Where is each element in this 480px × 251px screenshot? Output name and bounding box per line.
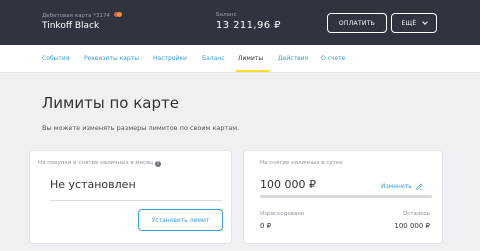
chevron-down-icon [421, 19, 428, 25]
more-button[interactable]: ЕЩЁ [391, 13, 437, 33]
tab-settings[interactable]: Настройки [153, 55, 187, 62]
active-tab-indicator [236, 70, 270, 72]
monthly-limit-label: На покупки и снятие наличных в месяц [38, 160, 154, 166]
balance-label: Баланс [216, 12, 237, 18]
card-type: Дебетовая карта *3174 [42, 13, 110, 19]
tab-balance[interactable]: Баланс [202, 55, 225, 62]
tab-limits[interactable]: Лимиты [238, 55, 263, 62]
pay-button-label: ОПЛАТИТЬ [338, 19, 376, 27]
change-limit-link[interactable]: Изменить [381, 183, 423, 190]
remaining-label: Осталось [402, 211, 430, 217]
limit-progress-bar [260, 195, 432, 198]
remaining-value: 100 000 ₽ [394, 222, 430, 230]
set-limit-button-label: Установить лимит [151, 216, 210, 224]
spent-value: 0 ₽ [260, 222, 272, 230]
daily-limit-value: 100 000 ₽ [260, 178, 316, 191]
tab-bar: События Реквизиты карты Настройки Баланс… [0, 45, 480, 73]
card-name[interactable]: Tinkoff Black [42, 21, 99, 31]
tab-about-account[interactable]: О счете [321, 55, 345, 62]
pencil-icon [416, 183, 423, 190]
daily-limit-label: На снятие наличных в сутки [260, 160, 343, 166]
help-icon[interactable]: ? [155, 161, 162, 167]
more-button-label: ЕЩЁ [401, 19, 417, 27]
monthly-limit-value: Не установлен [50, 178, 136, 191]
monthly-limit-panel: На покупки и снятие наличных в месяц? Не… [29, 150, 232, 244]
tab-actions[interactable]: Действия [278, 55, 308, 62]
monthly-limit-label-row: На покупки и снятие наличных в месяц? [38, 160, 162, 167]
tab-events[interactable]: События [42, 55, 69, 62]
balance-value: 13 211,96 ₽ [216, 20, 281, 31]
tab-card-details[interactable]: Реквизиты карты [84, 55, 139, 62]
page-description: Вы можете изменять размеры лимитов по св… [42, 124, 240, 132]
page-title: Лимиты по карте [42, 94, 179, 112]
mastercard-icon [113, 12, 122, 17]
change-limit-label: Изменить [381, 183, 412, 190]
pay-button[interactable]: ОПЛАТИТЬ [327, 13, 387, 33]
divider [50, 200, 222, 201]
account-header: Дебетовая карта *3174 Tinkoff Black Бала… [0, 0, 480, 45]
spent-label: Израсходовано [260, 211, 305, 217]
set-limit-button[interactable]: Установить лимит [138, 209, 223, 231]
daily-cash-limit-panel: На снятие наличных в сутки 100 000 ₽ Изм… [243, 150, 443, 244]
card-type-line: Дебетовая карта *3174 [42, 12, 122, 19]
